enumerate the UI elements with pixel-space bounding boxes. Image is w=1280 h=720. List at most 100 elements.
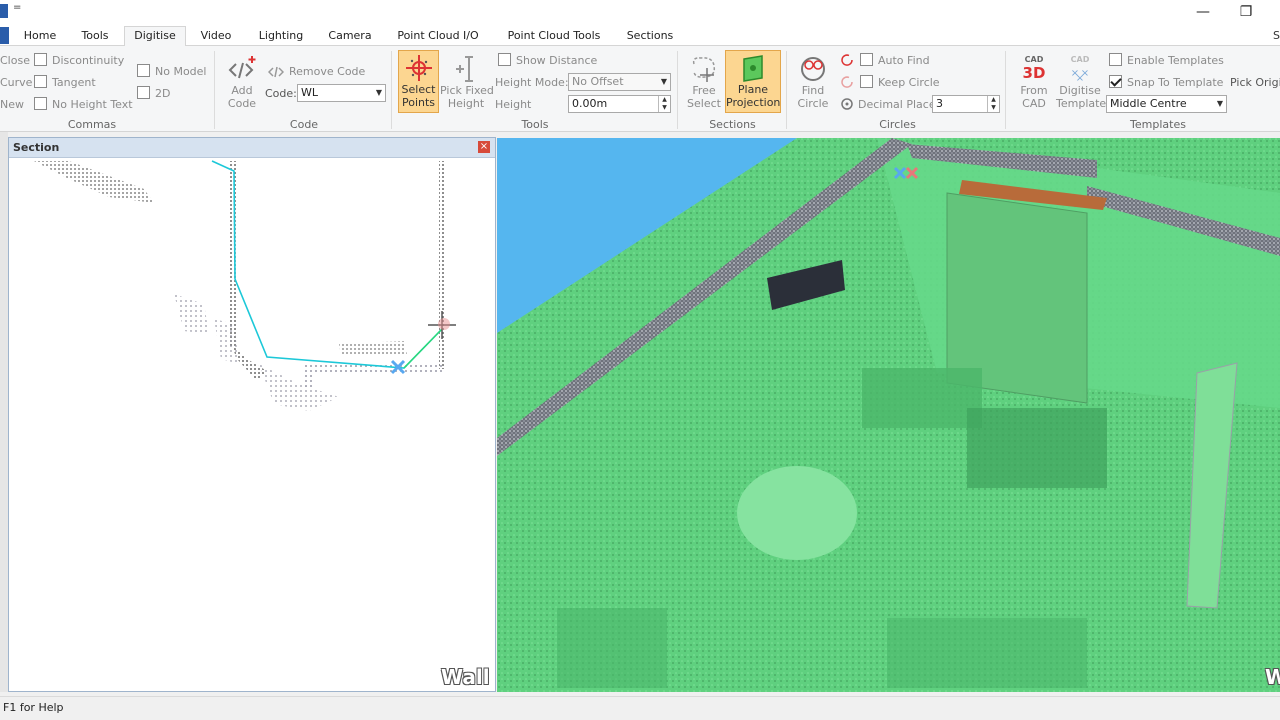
- no-model-checkbox[interactable]: [137, 64, 150, 77]
- from-cad-button[interactable]: CAD 3D From CAD: [1014, 52, 1054, 110]
- circles-group-label: Circles: [879, 118, 916, 131]
- decimal-places-input[interactable]: 3 ▲ ▼: [932, 95, 1000, 113]
- sections-group-label: Sections: [709, 118, 756, 131]
- find-circle-label: Find Circle: [797, 84, 829, 110]
- chevron-down-icon: ▼: [375, 88, 382, 97]
- from-cad-label: From CAD: [1020, 84, 1048, 110]
- remove-code-icon: [268, 66, 284, 78]
- tab-sections[interactable]: Sections: [624, 27, 676, 46]
- section-view-watermark: Wall: [441, 665, 490, 689]
- svg-text:CAD: CAD: [1071, 55, 1090, 64]
- no-height-text-checkbox[interactable]: [34, 97, 47, 110]
- select-points-button[interactable]: Select Points: [398, 50, 439, 113]
- decimal-places-value: 3: [936, 97, 943, 110]
- tab-overflow[interactable]: S: [1273, 29, 1280, 42]
- close-option[interactable]: Close: [0, 54, 30, 67]
- find-circle-button[interactable]: Find Circle: [794, 54, 832, 110]
- auto-find-label: Auto Find: [878, 54, 930, 67]
- tab-lighting[interactable]: Lighting: [255, 27, 307, 46]
- free-select-button[interactable]: Free Select: [684, 54, 724, 110]
- 3d-view-watermark: W: [1265, 665, 1280, 689]
- no-model-label: No Model: [155, 65, 207, 78]
- file-menu-button[interactable]: [0, 27, 9, 44]
- section-panel-title: Section: [13, 141, 60, 154]
- auto-find-checkbox[interactable]: [860, 53, 873, 66]
- enable-templates-checkbox[interactable]: [1109, 53, 1122, 66]
- close-icon[interactable]: ×: [478, 141, 490, 153]
- svg-text:CAD: CAD: [1025, 55, 1044, 64]
- code-group-label: Code: [289, 118, 319, 131]
- divider: [1005, 51, 1006, 129]
- tab-video[interactable]: Video: [197, 27, 235, 46]
- height-mode-select[interactable]: No Offset ▼: [568, 73, 671, 91]
- remove-code-button[interactable]: Remove Code: [289, 65, 365, 78]
- add-code-label: Add Code: [227, 84, 257, 110]
- 2d-checkbox[interactable]: [137, 86, 150, 99]
- code-label: Code:: [265, 87, 297, 100]
- chevron-down-icon: ▼: [660, 77, 667, 86]
- save-icon[interactable]: [0, 4, 8, 18]
- height-label: Height: [495, 98, 532, 111]
- quick-access-dropdown-icon[interactable]: =: [13, 2, 21, 13]
- show-distance-label: Show Distance: [516, 54, 598, 67]
- plane-projection-label: Plane Projection: [726, 83, 781, 109]
- show-distance-checkbox[interactable]: [498, 53, 511, 66]
- section-view-canvas[interactable]: [9, 159, 495, 691]
- find-circle-icon: [801, 57, 825, 81]
- svg-text:3D: 3D: [1023, 64, 1046, 82]
- divider: [214, 51, 215, 129]
- tangent-checkbox[interactable]: [34, 75, 47, 88]
- tab-home[interactable]: Home: [20, 27, 60, 46]
- 3d-point-cloud-view[interactable]: W: [497, 138, 1280, 692]
- templates-group-label: Templates: [1130, 118, 1186, 131]
- tab-tools[interactable]: Tools: [76, 27, 114, 46]
- divider: [391, 51, 392, 129]
- add-code-button[interactable]: Add Code: [222, 54, 262, 110]
- snap-to-template-checkbox[interactable]: [1109, 75, 1122, 88]
- pick-origin-button[interactable]: Pick Origi: [1230, 76, 1280, 89]
- template-anchor-select[interactable]: Middle Centre ▼: [1106, 95, 1227, 113]
- tab-point-cloud-io[interactable]: Point Cloud I/O: [393, 27, 483, 46]
- height-mode-label: Height Mode:: [495, 76, 569, 89]
- minimize-button[interactable]: —: [1180, 0, 1226, 24]
- spinner-icon[interactable]: ▲ ▼: [987, 96, 999, 112]
- keep-circle-checkbox[interactable]: [860, 75, 873, 88]
- section-panel: Section × Wall: [8, 137, 496, 692]
- free-select-label: Free Select: [687, 84, 721, 110]
- height-input[interactable]: 0.00m ▲ ▼: [568, 95, 671, 113]
- curve-option[interactable]: Curve: [0, 76, 32, 89]
- digitise-template-button[interactable]: CAD × × × Digitise Template: [1056, 52, 1106, 110]
- new-option[interactable]: New: [0, 98, 24, 111]
- divider: [677, 51, 678, 129]
- spinner-icon[interactable]: ▲ ▼: [658, 96, 670, 112]
- template-anchor-value: Middle Centre: [1110, 97, 1187, 110]
- no-height-text-label: No Height Text: [52, 98, 133, 111]
- digitise-template-icon: CAD × × ×: [1071, 55, 1090, 84]
- snap-to-template-label: Snap To Template: [1127, 76, 1224, 89]
- tab-point-cloud-tools[interactable]: Point Cloud Tools: [503, 27, 605, 46]
- height-value: 0.00m: [572, 97, 608, 110]
- ribbon-tabs: Home Tools Digitise Video Lighting Camer…: [0, 24, 1280, 47]
- status-text: F1 for Help: [3, 701, 64, 714]
- discontinuity-checkbox[interactable]: [34, 53, 47, 66]
- tangent-label: Tangent: [52, 76, 96, 89]
- plane-projection-icon: [743, 55, 763, 82]
- code-select[interactable]: WL ▼: [297, 84, 386, 102]
- restore-button[interactable]: ❐: [1223, 0, 1269, 24]
- 2d-label: 2D: [155, 87, 171, 100]
- plane-projection-button[interactable]: Plane Projection: [725, 50, 781, 113]
- left-dock-strip: [0, 132, 8, 692]
- decimal-places-label: Decimal Places: [858, 98, 942, 111]
- height-mode-value: No Offset: [572, 75, 624, 88]
- cad-3d-icon: CAD 3D: [1023, 55, 1046, 82]
- title-bar: = — ❐: [0, 0, 1280, 24]
- svg-text:×: ×: [1076, 73, 1084, 84]
- pick-fixed-height-button[interactable]: Pick Fixed Height: [440, 54, 494, 110]
- auto-find-icon: [841, 54, 853, 66]
- tab-camera[interactable]: Camera: [326, 27, 374, 46]
- commas-group-label: Commas: [67, 118, 117, 131]
- status-bar: F1 for Help: [0, 696, 1280, 720]
- tab-digitise[interactable]: Digitise: [124, 26, 186, 47]
- tools-group-label: Tools: [521, 118, 549, 131]
- select-points-label: Select Points: [401, 83, 436, 109]
